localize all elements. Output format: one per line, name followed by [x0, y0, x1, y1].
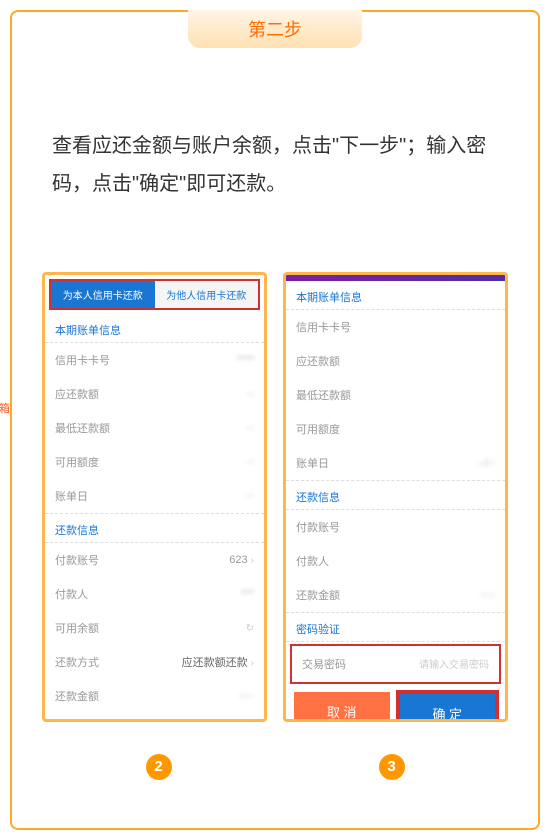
- step-banner: 第二步: [188, 10, 362, 48]
- tab-other-repay[interactable]: 为他人信用卡还款: [155, 281, 259, 308]
- row-due-amount: 应还款额--: [45, 377, 264, 411]
- password-placeholder: 请输入交易密码: [419, 656, 489, 672]
- screenshots-row: 为本人信用卡还款 为他人信用卡还款 本期账单信息 信用卡卡号**** 应还款额-…: [42, 272, 508, 722]
- section-repay-header: 还款信息: [45, 514, 264, 543]
- chevron-right-icon: ›: [251, 555, 254, 566]
- button-row: 取 消 确 定: [294, 692, 497, 722]
- repay-tabs: 为本人信用卡还款 为他人信用卡还款: [49, 279, 260, 310]
- section-pwd-header: 密码验证: [286, 613, 505, 642]
- instruction-text: 查看应还金额与账户余额，点击"下一步"；输入密码，点击"确定"即可还款。: [52, 127, 498, 203]
- row-bill-day: 账单日--: [45, 479, 264, 513]
- section-bill-header: 本期账单信息: [286, 281, 505, 310]
- confirm-button[interactable]: 确 定: [398, 692, 498, 722]
- row-payer: 付款人***: [45, 577, 264, 611]
- row-card-no: 信用卡卡号: [286, 310, 505, 344]
- password-label: 交易密码: [302, 656, 346, 672]
- badge-3: 3: [275, 754, 508, 780]
- row-repay-amount: 还款金额----: [286, 578, 505, 612]
- step-badges: 2 3: [42, 754, 508, 780]
- chevron-right-icon: ›: [251, 658, 254, 669]
- row-card-no: 信用卡卡号****: [45, 343, 264, 377]
- row-repay-method[interactable]: 还款方式应还款额还款 ›: [45, 645, 264, 679]
- row-avail-balance[interactable]: 可用余额↻: [45, 611, 264, 645]
- cancel-button[interactable]: 取 消: [294, 692, 390, 722]
- password-highlight: 交易密码 请输入交易密码: [290, 644, 501, 684]
- row-payer: 付款人: [286, 544, 505, 578]
- row-pay-acct[interactable]: 付款账号623 ›: [45, 543, 264, 577]
- row-available: 可用额度--: [45, 445, 264, 479]
- screenshot-left: 为本人信用卡还款 为他人信用卡还款 本期账单信息 信用卡卡号**** 应还款额-…: [42, 272, 267, 722]
- row-min-due: 最低还款额--: [45, 411, 264, 445]
- row-min-due: 最低还款额: [286, 378, 505, 412]
- row-bill-day: 账单日--/--: [286, 446, 505, 480]
- section-repay-header: 还款信息: [286, 481, 505, 510]
- step-frame: 第二步 查看应还金额与账户余额，点击"下一步"；输入密码，点击"确定"即可还款。…: [10, 10, 540, 830]
- password-input-row[interactable]: 交易密码 请输入交易密码: [292, 646, 499, 682]
- section-bill-header: 本期账单信息: [45, 314, 264, 343]
- row-pay-acct: 付款账号: [286, 510, 505, 544]
- row-repay-amount: 还款金额----: [45, 679, 264, 713]
- side-label-email: 邮箱: [0, 400, 10, 416]
- row-due-amount: 应还款额: [286, 344, 505, 378]
- tab-self-repay[interactable]: 为本人信用卡还款: [51, 281, 155, 308]
- screenshot-right: 本期账单信息 信用卡卡号 应还款额 最低还款额 可用额度 账单日--/-- 还款…: [283, 272, 508, 722]
- refresh-icon: ↻: [246, 623, 254, 634]
- row-available: 可用额度: [286, 412, 505, 446]
- badge-2: 2: [42, 754, 275, 780]
